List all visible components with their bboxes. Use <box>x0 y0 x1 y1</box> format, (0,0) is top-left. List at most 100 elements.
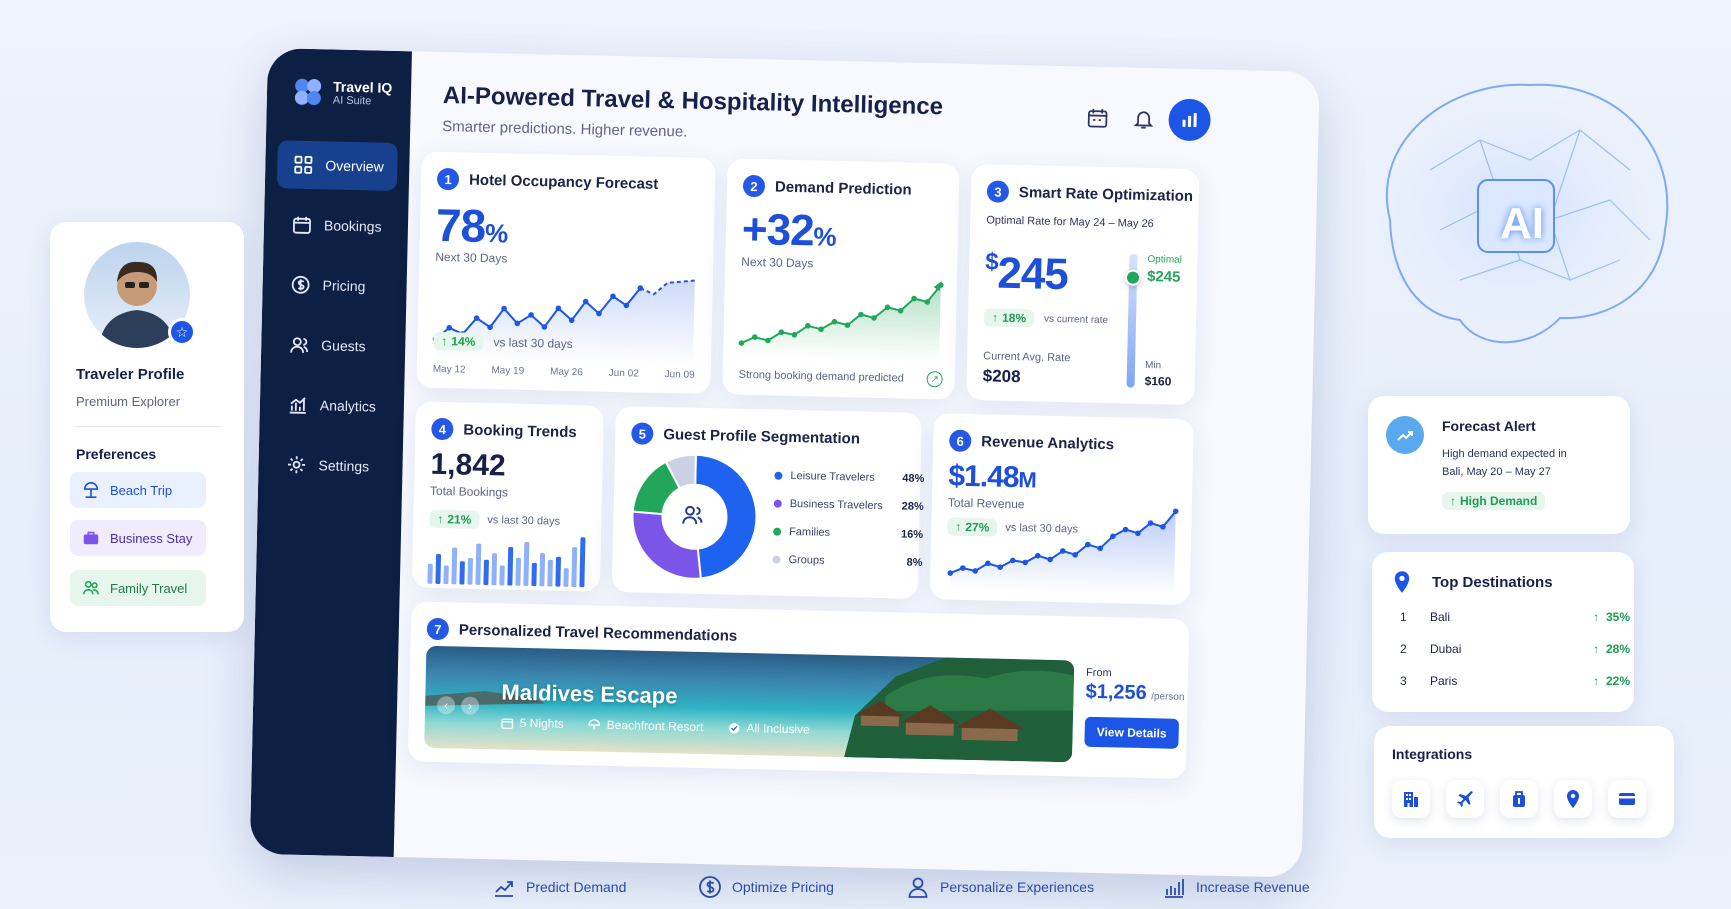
demand-value: +32 <box>741 204 815 256</box>
bookings-change: 21% <box>447 512 472 527</box>
bar <box>563 568 569 587</box>
destination-row[interactable]: 1 Bali ↑ 35% <box>1400 610 1630 624</box>
feature-predict-demand[interactable]: Predict Demand <box>492 875 626 899</box>
legend-label: Groups <box>788 553 825 567</box>
notifications-button[interactable] <box>1132 108 1161 137</box>
integrations-title: Integrations <box>1392 746 1473 762</box>
analytics-avatar-button[interactable] <box>1168 98 1212 142</box>
rate-slider-handle[interactable] <box>1124 269 1142 286</box>
legend-item: Families 16% <box>773 526 923 541</box>
rate-change: 18% <box>1001 310 1027 326</box>
legend-item: Leisure Travelers 48% <box>774 469 925 485</box>
sidebar-item-settings[interactable]: Settings <box>270 440 391 491</box>
sidebar-item-overview[interactable]: Overview <box>276 140 398 191</box>
card-title: Personalized Travel Recommendations <box>458 620 738 645</box>
view-details-button[interactable]: View Details <box>1084 716 1180 749</box>
sidebar-item-guests[interactable]: Guests <box>273 320 394 371</box>
users-icon <box>679 501 710 532</box>
bar <box>475 543 482 585</box>
credit-card-icon <box>1619 793 1635 805</box>
sidebar-item-label: Bookings <box>323 217 382 235</box>
dest-change-value: 28% <box>1605 642 1630 656</box>
briefcase-icon <box>83 531 99 545</box>
bookings-label: Total Bookings <box>429 483 509 500</box>
feature-increase-revenue[interactable]: Increase Revenue <box>1162 875 1310 899</box>
current-rate-value: $208 <box>982 366 1021 387</box>
bookings-bar-chart <box>427 537 586 588</box>
bar <box>483 559 489 586</box>
legend-label: Leisure Travelers <box>790 469 875 484</box>
legend-value: 8% <box>906 556 923 569</box>
maps-integration-button[interactable] <box>1554 780 1592 818</box>
feature-label: Optimize Pricing <box>732 879 834 895</box>
users-icon <box>290 337 309 353</box>
feature-label: Increase Revenue <box>1196 879 1310 895</box>
rate-value: 245 <box>996 248 1069 300</box>
badge-label: High Demand <box>1460 494 1538 508</box>
dest-name: Bali <box>1430 610 1451 624</box>
destination-title: Maldives Escape <box>501 679 678 709</box>
flight-integration-button[interactable] <box>1446 780 1484 818</box>
sidebar-item-pricing[interactable]: Pricing <box>274 260 395 311</box>
card-number: 1 <box>436 167 460 191</box>
calendar-button[interactable] <box>1086 107 1115 136</box>
x-tick-label: May 19 <box>491 365 525 377</box>
sidebar-item-label: Guests <box>321 337 366 355</box>
demand-area-chart <box>738 281 944 362</box>
sidebar-item-label: Overview <box>325 157 384 175</box>
feature-label: Beachfront Resort <box>606 717 704 735</box>
x-tick-label: Jun 09 <box>664 369 695 381</box>
ai-badge: AI <box>1500 199 1544 248</box>
integrations-card: Integrations <box>1374 726 1674 838</box>
revenue-bars-icon <box>1165 879 1184 898</box>
dest-rank: 1 <box>1400 610 1407 624</box>
min-value: $160 <box>1144 373 1172 389</box>
bar <box>499 565 505 586</box>
dest-change-value: 35% <box>1605 610 1630 624</box>
smart-rate-card: 3 Smart Rate Optimization Optimal Rate fo… <box>966 163 1200 406</box>
alert-title: Forecast Alert <box>1442 418 1536 434</box>
card-number: 2 <box>742 174 766 198</box>
demand-prediction-card: 2 Demand Prediction +32% Next 30 Days Str… <box>722 158 960 400</box>
feature-inclusive: All Inclusive <box>727 721 810 736</box>
occupancy-change: 14% <box>451 334 476 349</box>
bar <box>571 547 578 588</box>
check-icon: ↗ <box>926 371 943 388</box>
occupancy-change-label: vs last 30 days <box>493 335 573 351</box>
bar <box>555 556 561 587</box>
feature-resort: Beachfront Resort <box>588 717 704 734</box>
sidebar-item-bookings[interactable]: Bookings <box>275 200 396 251</box>
optimal-value: $245 <box>1146 268 1181 286</box>
feature-optimize-pricing[interactable]: Optimize Pricing <box>698 875 834 899</box>
hotel-integration-button[interactable] <box>1392 780 1430 818</box>
dollar-circle-icon <box>699 876 721 898</box>
bookings-value: 1,842 <box>430 447 507 483</box>
price-per: /person <box>1151 691 1185 703</box>
destination-row[interactable]: 2 Dubai ↑ 28% <box>1400 642 1630 656</box>
card-title: Demand Prediction <box>774 178 912 199</box>
dest-change-value: 22% <box>1605 674 1630 688</box>
feature-personalize[interactable]: Personalize Experiences <box>906 875 1094 899</box>
page-title: AI-Powered Travel & Hospitality Intellig… <box>442 81 944 121</box>
rate-change-label: vs current rate <box>1043 313 1109 326</box>
luggage-integration-button[interactable] <box>1500 780 1538 818</box>
booking-trends-card: 4 Booking Trends 1,842 Total Bookings ↑ 2… <box>411 401 604 592</box>
bar <box>515 557 521 586</box>
dashboard-window: Travel IQ AI Suite Overview Bookings Pri… <box>249 48 1320 878</box>
legend-swatch <box>773 499 782 508</box>
pref-family-travel[interactable]: Family Travel <box>70 570 206 606</box>
bar <box>539 553 546 587</box>
pref-business-stay[interactable]: Business Stay <box>70 520 206 556</box>
pref-beach-trip[interactable]: Beach Trip <box>70 472 206 508</box>
occupancy-value: 78 <box>435 198 486 252</box>
pref-label: Beach Trip <box>110 482 173 498</box>
preferences-title: Preferences <box>76 446 157 462</box>
destination-row[interactable]: 3 Paris ↑ 22% <box>1400 674 1630 688</box>
payments-integration-button[interactable] <box>1608 780 1646 818</box>
card-number: 4 <box>431 417 454 441</box>
sidebar-item-analytics[interactable]: Analytics <box>271 380 392 431</box>
bar <box>427 563 433 584</box>
rate-range: Optimal Rate for May 24 – May 26 <box>986 214 1154 231</box>
price-value: $1,256 <box>1085 680 1148 705</box>
card-title: Booking Trends <box>463 421 577 441</box>
